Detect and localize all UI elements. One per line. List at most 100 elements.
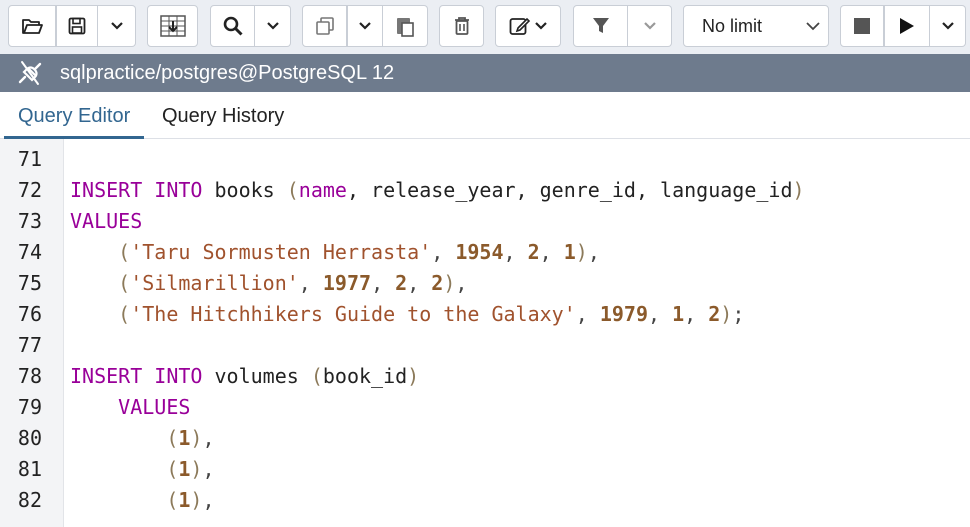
filter-button[interactable] <box>573 5 628 47</box>
code-token: 1977 <box>322 271 372 295</box>
line-number: 79 <box>17 395 42 419</box>
code-text: INSERT INTO volumes (book_id) <box>70 364 419 388</box>
paste-button[interactable] <box>383 5 428 47</box>
code-token: , <box>298 271 323 295</box>
find-options-dropdown[interactable] <box>255 5 291 47</box>
execute-button[interactable] <box>884 5 930 47</box>
tab-label: Query Editor <box>18 105 131 127</box>
code-token: , <box>503 240 528 264</box>
code-token: VALUES <box>118 395 191 419</box>
save-results-button[interactable] <box>147 5 198 47</box>
chevron-down-icon <box>110 22 123 30</box>
table-download-icon <box>159 15 186 37</box>
query-toolbar: No limit <box>0 0 970 54</box>
code-token: , <box>371 271 396 295</box>
code-token: books <box>202 178 287 202</box>
open-file-button[interactable] <box>8 5 56 47</box>
sql-editor[interactable]: ( ) 71 72 INSERT INTO books (name, release… <box>0 139 970 527</box>
code-text: (1), <box>70 426 215 450</box>
delete-button[interactable] <box>439 5 484 47</box>
tab-query-editor[interactable]: Query Editor <box>2 92 146 139</box>
code-token: ) <box>443 271 456 295</box>
save-button[interactable] <box>56 5 98 47</box>
line-number: 76 <box>17 302 42 326</box>
code-token: , <box>431 240 456 264</box>
execute-options-dropdown[interactable] <box>930 5 966 47</box>
code-token: , <box>202 457 215 481</box>
code-token: 1 <box>178 426 191 450</box>
code-token: 1 <box>178 488 191 512</box>
code-token: 'Taru Sormusten Herrasta' <box>130 240 432 264</box>
row-limit-select[interactable]: No limit <box>683 5 829 47</box>
save-options-dropdown[interactable] <box>98 5 136 47</box>
code-token: name <box>298 178 347 202</box>
code-text: ('Silmarillion', 1977, 2, 2), <box>70 271 467 295</box>
chevron-down-icon <box>266 22 279 30</box>
stop-icon <box>854 18 870 34</box>
code-token: ( <box>118 240 131 264</box>
code-token: ( <box>166 426 179 450</box>
chevron-down-icon <box>535 22 547 30</box>
code-token: , <box>539 240 564 264</box>
find-button[interactable] <box>210 5 255 47</box>
code-token: ( <box>118 302 131 326</box>
code-token: ( <box>310 364 323 388</box>
code-token: 1 <box>672 302 685 326</box>
stop-button[interactable] <box>840 5 884 47</box>
code-token: ( <box>118 271 131 295</box>
connection-bar: sqlpractice/postgres@PostgreSQL 12 <box>0 54 970 92</box>
code-token: , <box>407 271 432 295</box>
edit-options-button[interactable] <box>495 5 561 47</box>
line-number: 73 <box>17 209 42 233</box>
code-token: VALUES <box>70 209 143 233</box>
connection-status-icon[interactable] <box>0 54 60 92</box>
code-token: ) <box>407 364 420 388</box>
code-text: VALUES <box>70 209 142 233</box>
code-text: (1), <box>70 488 215 512</box>
chevron-down-icon <box>359 22 371 30</box>
code-token: INSERT INTO <box>70 178 203 202</box>
code-token: , <box>587 240 600 264</box>
line-number: 74 <box>17 240 42 264</box>
connection-title: sqlpractice/postgres@PostgreSQL 12 <box>60 61 395 84</box>
code-token: ) <box>190 488 203 512</box>
code-token: 2 <box>395 271 408 295</box>
code-token: , <box>202 488 215 512</box>
tab-query-history[interactable]: Query History <box>146 92 300 138</box>
code-token: 'Silmarillion' <box>130 271 299 295</box>
editor-tabs: Query Editor Query History <box>0 92 970 139</box>
copy-button[interactable] <box>302 5 347 47</box>
line-number: 80 <box>17 426 42 450</box>
code-token: ( <box>286 178 299 202</box>
line-number: 77 <box>17 333 42 357</box>
code-token: volumes <box>202 364 311 388</box>
copy-options-dropdown[interactable] <box>347 5 383 47</box>
chevron-down-icon <box>643 22 656 30</box>
code-text: VALUES <box>70 395 190 419</box>
line-number: 82 <box>17 488 42 512</box>
code-token: 1979 <box>599 302 649 326</box>
code-token: ) <box>720 302 733 326</box>
filter-options-dropdown[interactable] <box>628 5 672 47</box>
filter-icon <box>592 17 610 35</box>
code-token: , <box>648 302 673 326</box>
code-text: INSERT INTO books (name, release_year, g… <box>70 178 805 202</box>
code-token: , <box>202 426 215 450</box>
code-token: ( <box>166 488 179 512</box>
code-token: INSERT INTO <box>70 364 203 388</box>
code-token: ) <box>792 178 805 202</box>
paste-icon <box>395 15 415 37</box>
tab-label: Query History <box>162 105 285 127</box>
line-number: 72 <box>17 178 42 202</box>
trash-icon <box>453 16 471 36</box>
line-number: 71 <box>17 147 42 171</box>
code-token: ) <box>190 426 203 450</box>
copy-icon <box>315 16 335 36</box>
code-text: (1), <box>70 457 215 481</box>
line-number: 78 <box>17 364 42 388</box>
